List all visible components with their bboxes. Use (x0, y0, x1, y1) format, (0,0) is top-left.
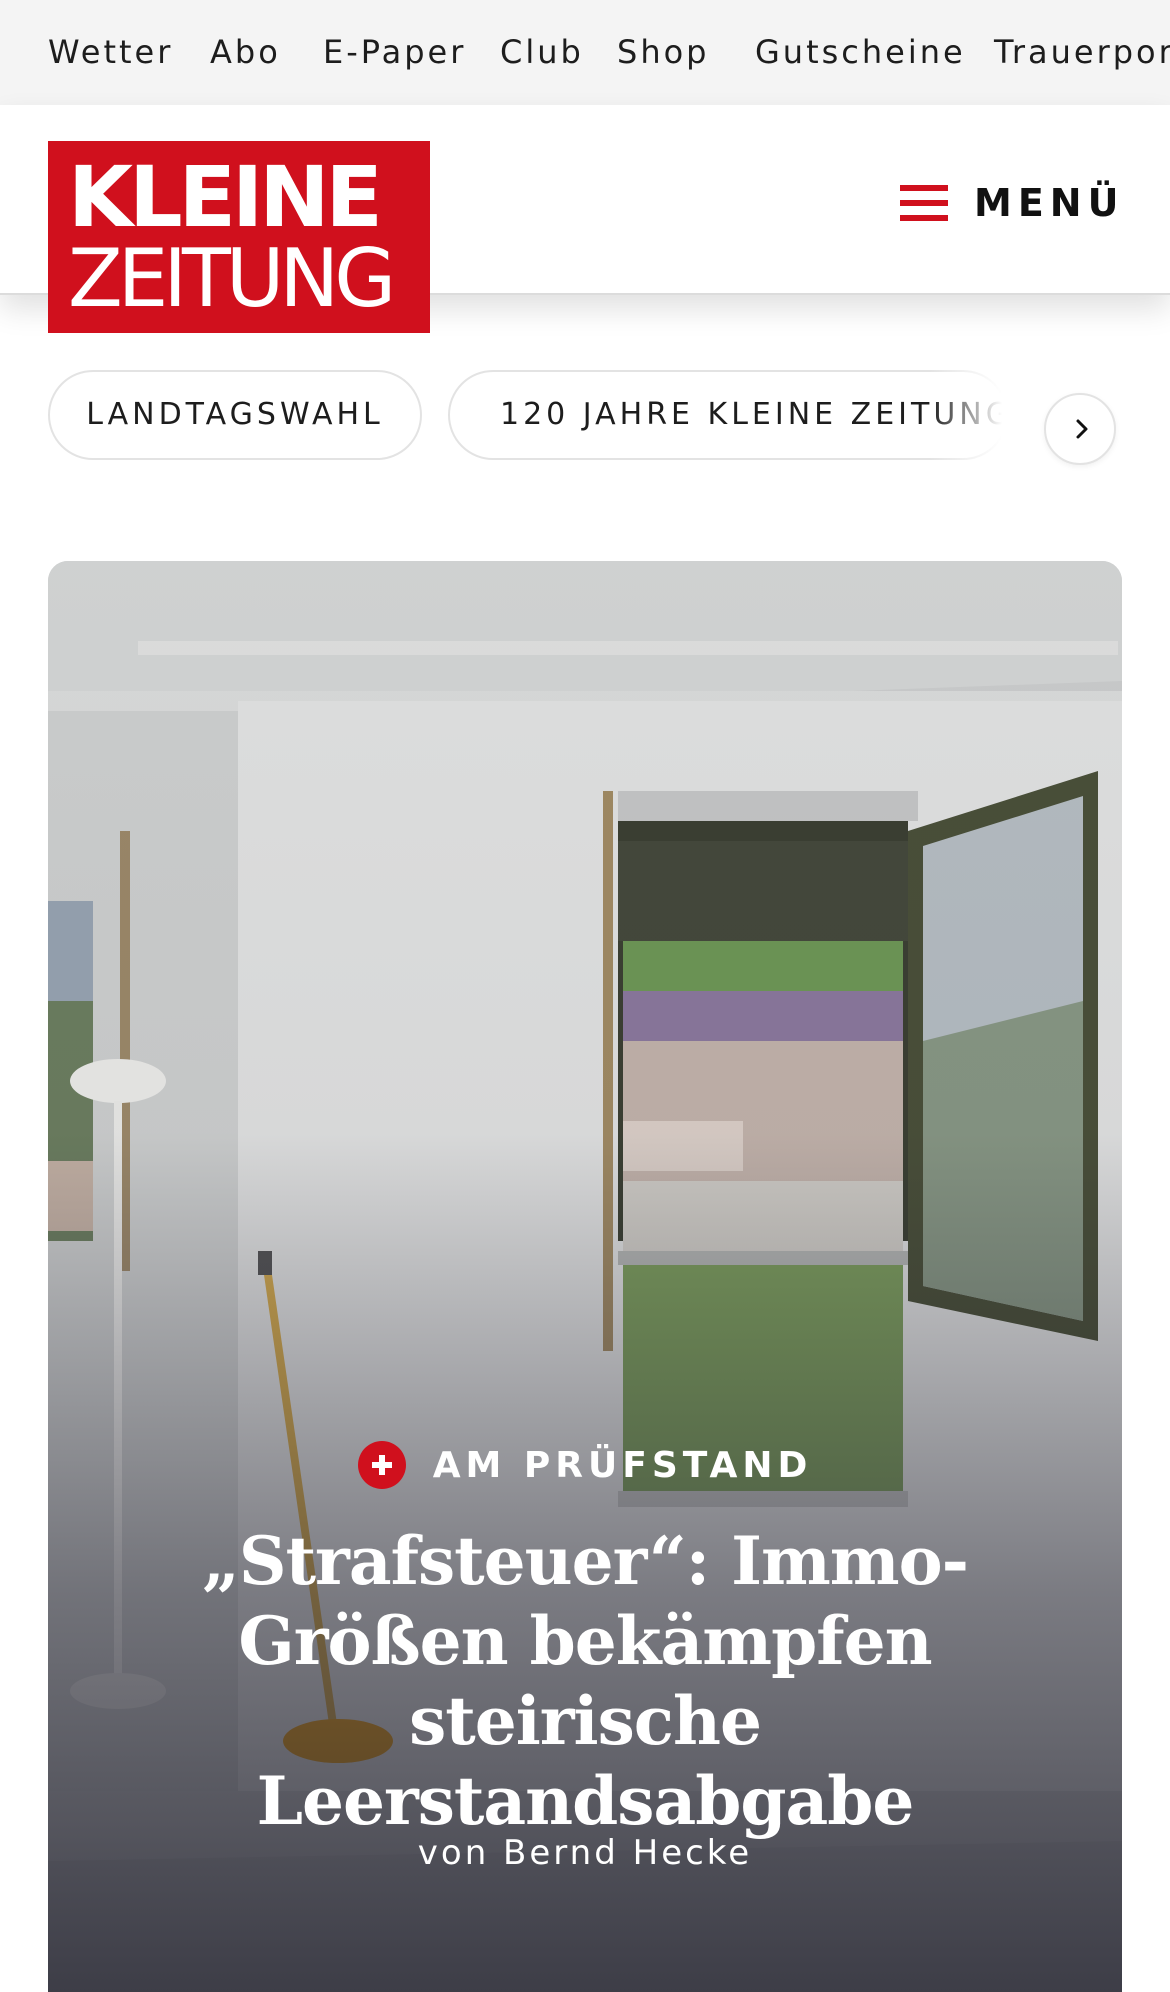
pills-fade-overlay (930, 365, 1050, 475)
menu-label: MENÜ (974, 181, 1125, 225)
nav-link-gutscheine[interactable]: Gutscheine (755, 0, 966, 105)
kicker-label: AM PRÜFSTAND (432, 1444, 813, 1486)
logo-text-bottom: ZEITUNG (68, 232, 396, 325)
nav-link-abo[interactable]: Abo (210, 0, 281, 105)
article-headline[interactable]: „Strafsteuer“: Immo-Größen bekämpfen ste… (98, 1521, 1072, 1841)
top-utility-nav: Wetter Abo E-Paper Club Shop Gutscheine … (0, 0, 1170, 105)
pills-next-button[interactable] (1044, 393, 1116, 465)
hero-article-card[interactable]: AM PRÜFSTAND „Strafsteuer“: Immo-Größen … (48, 561, 1122, 1992)
nav-link-club[interactable]: Club (500, 0, 584, 105)
article-byline: von Bernd Hecke (417, 1833, 753, 1873)
plus-icon (357, 1441, 406, 1489)
logo-text-top: KLEINE (68, 148, 383, 246)
menu-button[interactable]: MENÜ (896, 155, 1118, 249)
nav-link-shop[interactable]: Shop (617, 0, 709, 105)
site-header: KLEINE ZEITUNG MENÜ (0, 105, 1170, 333)
chevron-right-icon (1076, 419, 1088, 439)
topic-pill-120-jahre[interactable]: 120 JAHRE KLEINE ZEITUNG (448, 370, 1008, 460)
nav-link-trauerportal[interactable]: Trauerportal (994, 0, 1170, 105)
hamburger-icon (900, 185, 950, 223)
nav-link-epaper[interactable]: E-Paper (323, 0, 466, 105)
nav-link-wetter[interactable]: Wetter (48, 0, 173, 105)
topic-pill-landtagswahl[interactable]: LANDTAGSWAHL (48, 370, 422, 460)
article-kicker: AM PRÜFSTAND (48, 1441, 1122, 1501)
kleine-zeitung-logo[interactable]: KLEINE ZEITUNG (48, 141, 430, 333)
